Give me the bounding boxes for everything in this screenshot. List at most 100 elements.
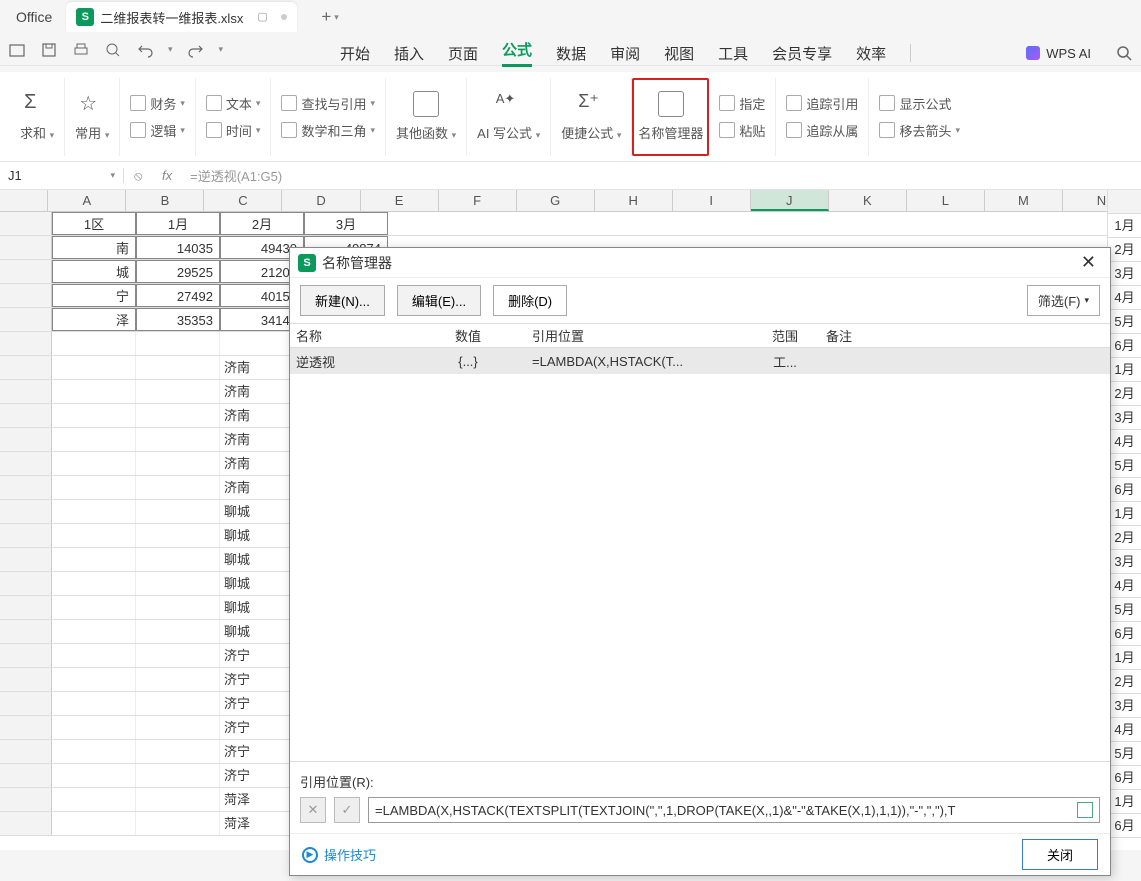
- cell[interactable]: 5月: [1108, 742, 1141, 766]
- menu-页面[interactable]: 页面: [448, 43, 478, 64]
- menu-审阅[interactable]: 审阅: [610, 43, 640, 64]
- ref-input[interactable]: =LAMBDA(X,HSTACK(TEXTSPLIT(TEXTJOIN(",",…: [368, 797, 1100, 823]
- chevron-down-icon[interactable]: ▾: [110, 170, 115, 181]
- cell[interactable]: 1区: [52, 212, 136, 235]
- cell[interactable]: 5月: [1108, 598, 1141, 622]
- sum-button[interactable]: Σ求和 ▾: [20, 91, 54, 142]
- cell[interactable]: 6月: [1108, 814, 1141, 838]
- cell[interactable]: 6月: [1108, 766, 1141, 790]
- redo-icon[interactable]: [187, 41, 205, 59]
- undo-dropdown-icon[interactable]: ▾: [168, 44, 173, 55]
- cell[interactable]: 2月: [220, 212, 304, 235]
- show-formula-button[interactable]: 显示公式: [879, 94, 960, 113]
- cell[interactable]: [52, 332, 136, 355]
- remove-arrow-button[interactable]: 移去箭头▾: [879, 121, 960, 140]
- other-functions-button[interactable]: 其他函数 ▾: [396, 91, 456, 142]
- cell[interactable]: 1月: [1108, 502, 1141, 526]
- menu-视图[interactable]: 视图: [664, 43, 694, 64]
- cancel-formula-icon[interactable]: ⦸: [134, 168, 150, 184]
- cell[interactable]: 6月: [1108, 478, 1141, 502]
- print-icon[interactable]: [72, 41, 90, 59]
- open-icon[interactable]: [8, 41, 26, 59]
- cell[interactable]: 4月: [1108, 574, 1141, 598]
- col-header[interactable]: M: [985, 190, 1063, 211]
- col-header[interactable]: E: [361, 190, 439, 211]
- menu-插入[interactable]: 插入: [394, 43, 424, 64]
- cancel-ref-button[interactable]: ✕: [300, 797, 326, 823]
- cell[interactable]: 5月: [1108, 310, 1141, 334]
- name-list-row[interactable]: 逆透视 {...} =LAMBDA(X,HSTACK(T... 工...: [290, 348, 1110, 374]
- undo-icon[interactable]: [136, 41, 154, 59]
- cell[interactable]: 泽: [52, 308, 136, 331]
- edit-button[interactable]: 编辑(E)...: [397, 285, 481, 316]
- range-picker-icon[interactable]: [1077, 802, 1093, 818]
- col-header[interactable]: I: [673, 190, 751, 211]
- menu-工具[interactable]: 工具: [718, 43, 748, 64]
- new-button[interactable]: 新建(N)...: [300, 285, 385, 316]
- cell[interactable]: 3月: [304, 212, 388, 235]
- close-icon[interactable]: ✕: [1075, 252, 1102, 273]
- cell[interactable]: 2月: [1108, 382, 1141, 406]
- menu-会员专享[interactable]: 会员专享: [772, 43, 832, 64]
- logic-button[interactable]: 逻辑▾: [130, 121, 185, 140]
- cell[interactable]: 4月: [1108, 286, 1141, 310]
- cell[interactable]: 宁: [52, 284, 136, 307]
- filter-dropdown[interactable]: 筛选(F)▾: [1027, 285, 1100, 316]
- menu-数据[interactable]: 数据: [556, 43, 586, 64]
- delete-button[interactable]: 删除(D): [493, 285, 567, 316]
- trace-ref-button[interactable]: 追踪引用: [786, 94, 858, 113]
- cell[interactable]: 3月: [1108, 550, 1141, 574]
- cell[interactable]: 5月: [1108, 454, 1141, 478]
- cell[interactable]: 2月: [1108, 526, 1141, 550]
- cell[interactable]: 2月: [1108, 670, 1141, 694]
- cell[interactable]: 1月: [1108, 646, 1141, 670]
- cell[interactable]: 3月: [1108, 406, 1141, 430]
- search-icon[interactable]: [1115, 44, 1133, 62]
- confirm-ref-button[interactable]: ✓: [334, 797, 360, 823]
- cell[interactable]: 4月: [1108, 430, 1141, 454]
- quick-formula-button[interactable]: Σ⁺便捷公式 ▾: [561, 91, 621, 142]
- formula-input[interactable]: [184, 166, 1131, 185]
- cell[interactable]: 1月: [1108, 214, 1141, 238]
- menu-效率[interactable]: 效率: [856, 43, 886, 64]
- col-header[interactable]: G: [517, 190, 595, 211]
- common-button[interactable]: ☆常用 ▾: [75, 91, 109, 142]
- col-header[interactable]: L: [907, 190, 985, 211]
- cell[interactable]: 14035: [136, 236, 220, 259]
- cell[interactable]: 29525: [136, 260, 220, 283]
- text-button[interactable]: 文本▾: [206, 94, 261, 113]
- menu-开始[interactable]: 开始: [340, 43, 370, 64]
- name-box[interactable]: J1▾: [0, 168, 124, 183]
- close-button[interactable]: 关闭: [1022, 839, 1098, 870]
- cell[interactable]: 1月: [1108, 790, 1141, 814]
- cell[interactable]: 4月: [1108, 718, 1141, 742]
- col-header[interactable]: B: [126, 190, 204, 211]
- cell[interactable]: 3月: [1108, 262, 1141, 286]
- cell[interactable]: 35353: [136, 308, 220, 331]
- col-header[interactable]: H: [595, 190, 673, 211]
- finance-button[interactable]: 财务▾: [130, 94, 185, 113]
- time-button[interactable]: 时间▾: [206, 121, 261, 140]
- name-manager-button[interactable]: 名称管理器: [638, 91, 703, 142]
- save-icon[interactable]: [40, 41, 58, 59]
- redo-dropdown-icon[interactable]: ▾: [219, 44, 224, 55]
- col-header[interactable]: C: [204, 190, 282, 211]
- specify-button[interactable]: 指定: [719, 94, 765, 113]
- tips-link[interactable]: ▶操作技巧: [302, 845, 376, 864]
- cell[interactable]: 南: [52, 236, 136, 259]
- fx-icon[interactable]: fx: [162, 168, 172, 183]
- cell[interactable]: 27492: [136, 284, 220, 307]
- math-button[interactable]: 数学和三角▾: [281, 121, 375, 140]
- cell[interactable]: 6月: [1108, 334, 1141, 358]
- paste-button[interactable]: 粘贴: [719, 121, 765, 140]
- print-preview-icon[interactable]: [104, 41, 122, 59]
- col-header[interactable]: K: [829, 190, 907, 211]
- cell[interactable]: 2月: [1108, 238, 1141, 262]
- ai-formula-button[interactable]: A✦AI 写公式 ▾: [477, 91, 540, 142]
- cell[interactable]: 城: [52, 260, 136, 283]
- cell[interactable]: 1月: [1108, 358, 1141, 382]
- office-tab[interactable]: Office: [6, 5, 62, 29]
- cell[interactable]: [136, 332, 220, 355]
- window-icon[interactable]: ▢: [257, 10, 271, 24]
- cell[interactable]: 3月: [1108, 694, 1141, 718]
